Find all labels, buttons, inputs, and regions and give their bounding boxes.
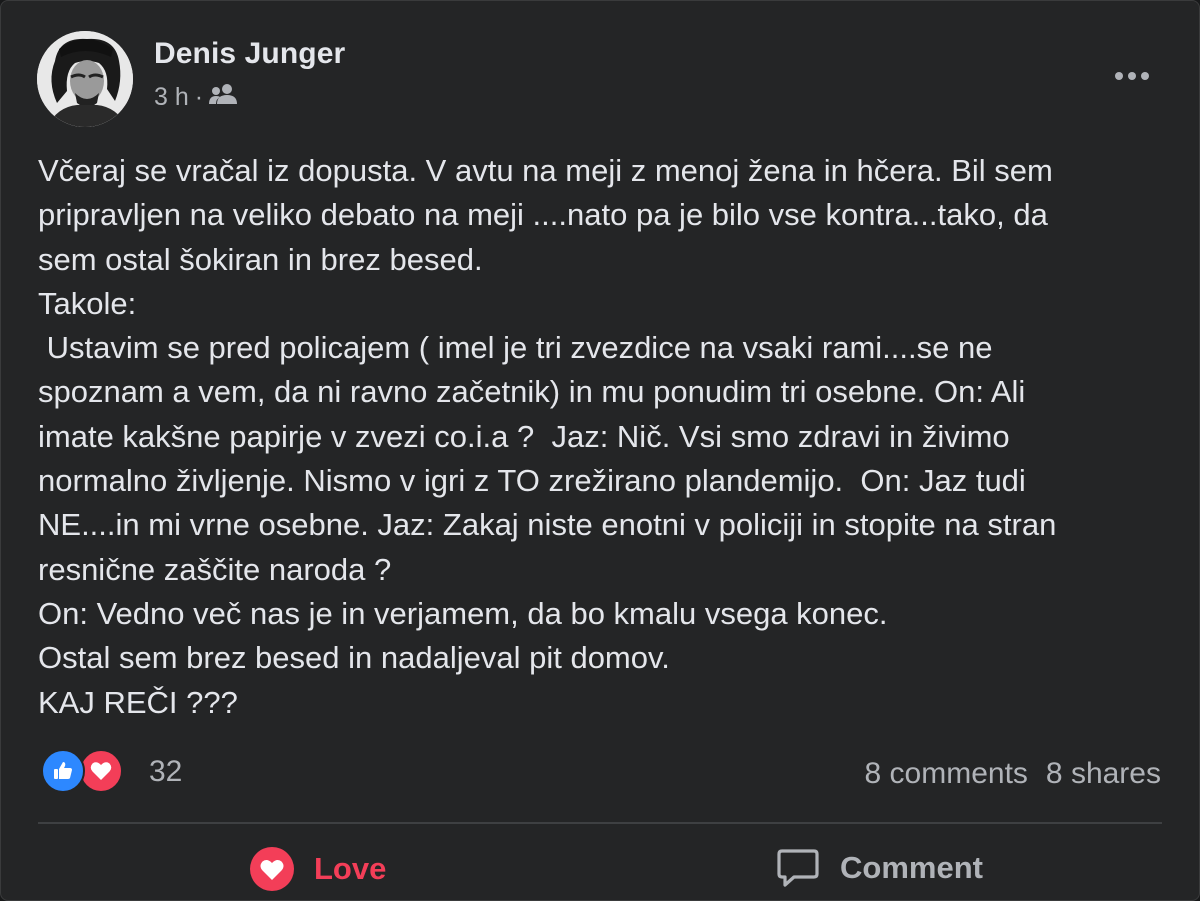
engagement-stats: 8 comments 8 shares (865, 757, 1161, 791)
post-meta: 3 h · (154, 83, 238, 112)
love-label: Love (314, 851, 387, 886)
avatar[interactable] (37, 31, 133, 127)
post-card: Denis Junger 3 h · Včeraj se vračal iz d… (0, 0, 1200, 901)
friends-icon (209, 83, 238, 112)
action-bar: Love Comment (38, 831, 1162, 900)
post-stats: 32 8 comments 8 shares (41, 747, 1163, 799)
comments-count[interactable]: 8 comments (865, 757, 1028, 791)
more-options-button[interactable] (1107, 61, 1157, 91)
post-time[interactable]: 3 h (154, 83, 189, 112)
love-button[interactable]: Love (250, 847, 386, 891)
more-dot-icon (1115, 72, 1123, 80)
love-icon (79, 749, 123, 793)
author-name[interactable]: Denis Junger (154, 37, 345, 71)
meta-separator: · (194, 83, 204, 111)
more-dot-icon (1141, 72, 1149, 80)
divider (38, 822, 1162, 824)
love-icon (250, 847, 294, 891)
post-header: Denis Junger 3 h · (37, 31, 1177, 131)
reaction-icons[interactable] (41, 749, 123, 793)
like-icon (41, 749, 85, 793)
shares-count[interactable]: 8 shares (1046, 757, 1161, 791)
more-dot-icon (1128, 72, 1136, 80)
comment-button[interactable]: Comment (776, 847, 983, 889)
post-body: Včeraj se vračal iz dopusta. V avtu na m… (38, 153, 1057, 720)
comment-label: Comment (840, 850, 983, 885)
reaction-count[interactable]: 32 (149, 755, 182, 789)
comment-icon (776, 847, 820, 889)
